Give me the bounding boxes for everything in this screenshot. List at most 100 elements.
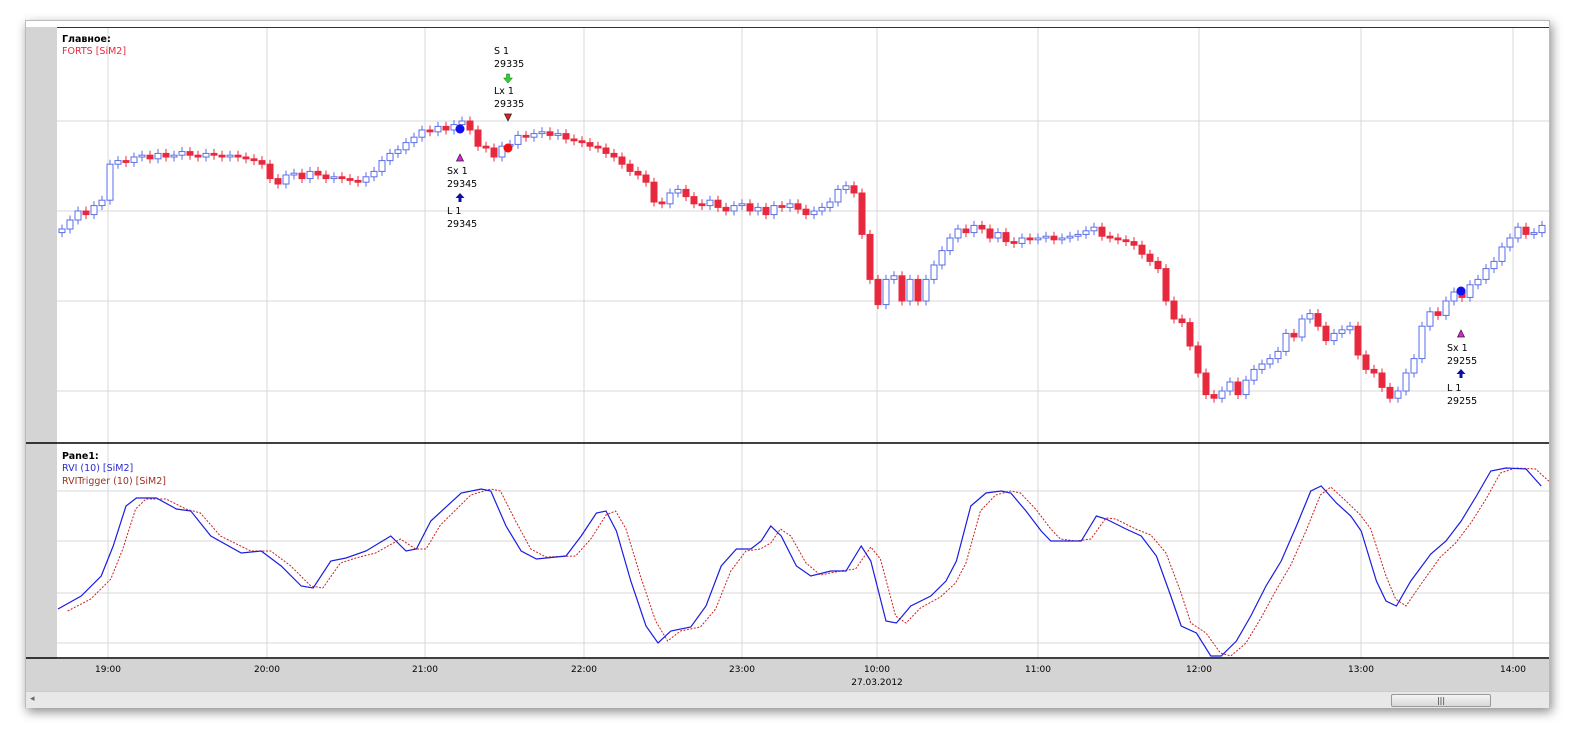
bullish-candle <box>554 133 562 136</box>
position-dot-icon <box>1456 286 1466 296</box>
trade-label: S 1 29335 <box>494 46 525 70</box>
bullish-candle <box>818 206 826 212</box>
scrollbar-thumb[interactable]: ||| <box>1391 694 1491 707</box>
bullish-candle <box>282 174 290 185</box>
bullish-candle <box>1058 237 1066 241</box>
horizontal-scrollbar[interactable]: ◂ ||| <box>26 691 1549 708</box>
bullish-candle <box>1418 325 1426 360</box>
bearish-candle <box>1386 386 1394 399</box>
bearish-candle <box>266 163 274 180</box>
bullish-candle <box>306 170 314 180</box>
bullish-candle <box>754 206 762 212</box>
time-tick: 13:00 <box>1348 665 1374 675</box>
bullish-candle <box>178 151 186 156</box>
bullish-candle <box>1042 235 1050 239</box>
bearish-candle <box>474 129 482 147</box>
bullish-candle <box>386 152 394 162</box>
bearish-candle <box>874 278 882 306</box>
bearish-candle <box>914 278 922 302</box>
bullish-candle <box>402 142 410 151</box>
trade-label: L 1 29255 <box>1447 383 1478 407</box>
bullish-candle <box>666 192 674 205</box>
bearish-candle <box>570 138 578 142</box>
bearish-candle <box>762 206 770 216</box>
time-tick: 23:00 <box>729 665 755 675</box>
date-label: 27.03.2012 <box>851 678 903 688</box>
bullish-candle <box>1482 268 1490 280</box>
rvi-trigger-legend: RVITrigger (10) [SiM2] <box>62 476 167 487</box>
bullish-candle <box>418 129 426 138</box>
bullish-candle <box>1250 368 1258 381</box>
time-axis[interactable]: 19:00 20:00 21:00 22:00 23:00 10:00 11:0… <box>26 659 1549 691</box>
bearish-candle <box>1322 325 1330 342</box>
bearish-candle <box>1050 235 1058 241</box>
trade-label: Lx 1 29335 <box>494 86 525 110</box>
bullish-candle <box>1442 300 1450 316</box>
bullish-candle <box>434 125 442 133</box>
bullish-candle <box>114 160 122 165</box>
time-tick: 11:00 <box>1025 665 1051 675</box>
position-dot-icon <box>503 143 513 153</box>
bearish-candle <box>682 188 690 198</box>
bullish-candle <box>1266 358 1274 365</box>
bullish-candle <box>1306 313 1314 320</box>
bullish-candle <box>1514 226 1522 239</box>
bearish-candle <box>1378 372 1386 388</box>
bearish-candle <box>466 120 474 131</box>
bearish-candle <box>210 152 218 156</box>
bearish-candle <box>1114 237 1122 241</box>
bullish-candle <box>130 156 138 163</box>
bearish-candle <box>1314 313 1322 327</box>
bearish-candle <box>250 158 258 162</box>
bullish-candle <box>106 163 114 201</box>
bullish-candle <box>202 152 210 158</box>
short-exit-triangle-icon <box>455 153 465 162</box>
buy-arrow-icon <box>1456 369 1466 378</box>
time-tick: 19:00 <box>95 665 121 675</box>
bearish-candle <box>162 152 170 158</box>
bearish-candle <box>866 233 874 280</box>
bearish-candle <box>186 151 194 156</box>
bullish-candle <box>290 172 298 176</box>
bearish-candle <box>242 156 250 160</box>
bullish-candle <box>1274 350 1282 360</box>
bullish-candle <box>906 278 914 302</box>
bearish-candle <box>586 142 594 147</box>
bullish-candle <box>90 205 98 216</box>
bearish-candle <box>1370 368 1378 374</box>
bullish-candle <box>1498 246 1506 262</box>
bullish-candle <box>1466 284 1474 298</box>
bullish-candle <box>1018 237 1026 244</box>
top-border <box>57 27 1549 28</box>
rvi-legend: RVI (10) [SiM2] <box>62 463 134 474</box>
bullish-candle <box>394 149 402 154</box>
bullish-candle <box>1242 379 1250 396</box>
bullish-candle <box>1066 235 1074 239</box>
bearish-candle <box>714 199 722 208</box>
bearish-candle <box>442 125 450 131</box>
scroll-left-icon[interactable]: ◂ <box>30 694 35 704</box>
bullish-candle <box>826 201 834 208</box>
bullish-candle <box>370 170 378 178</box>
bullish-candle <box>938 250 946 266</box>
bullish-candle <box>1074 233 1082 237</box>
bullish-candle <box>1298 318 1306 338</box>
bearish-candle <box>578 140 586 144</box>
bullish-candle <box>730 205 738 212</box>
bullish-candle <box>954 228 962 239</box>
bullish-candle <box>1426 311 1434 327</box>
bearish-candle <box>802 208 810 216</box>
bearish-candle <box>978 224 986 230</box>
chart-canvas[interactable] <box>26 21 1549 661</box>
bearish-candle <box>1522 226 1530 235</box>
bullish-candle <box>362 176 370 183</box>
short-exit-triangle-icon <box>1456 329 1466 338</box>
bearish-candle <box>314 170 322 176</box>
bullish-candle <box>770 205 778 216</box>
bullish-candle <box>1082 230 1090 235</box>
bearish-candle <box>1202 372 1210 396</box>
bullish-candle <box>1226 381 1234 392</box>
bearish-candle <box>602 147 610 154</box>
bearish-candle <box>322 174 330 180</box>
bearish-candle <box>1122 239 1130 243</box>
